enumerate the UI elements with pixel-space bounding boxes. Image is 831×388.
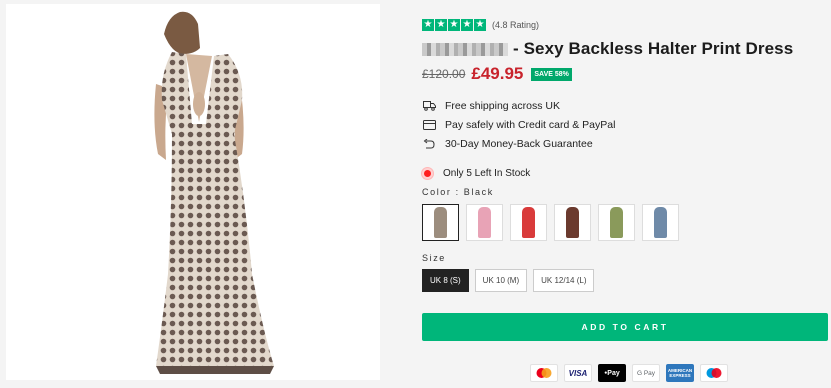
apple-pay-icon: ● Pay xyxy=(598,364,626,382)
star-icon: ★ xyxy=(461,19,473,31)
payment-label: G Pay xyxy=(636,369,656,377)
price-row: £120.00 £49.95 SAVE 58% xyxy=(422,64,828,84)
size-option-button[interactable]: UK 10 (M) xyxy=(474,269,528,292)
product-title: - Sexy Backless Halter Print Dress xyxy=(513,39,794,58)
mastercard-icon xyxy=(530,364,558,382)
title-row: - Sexy Backless Halter Print Dress xyxy=(422,38,828,60)
color-swatches xyxy=(422,204,828,241)
color-swatch[interactable] xyxy=(598,204,635,241)
payment-methods: VISA ● Pay G Pay AMERICAN EXPRESS xyxy=(530,364,728,382)
swatch-dress-thumbnail xyxy=(434,207,447,238)
stock-dot-icon xyxy=(422,167,433,179)
feature-list: Free shipping across UK Pay safely with … xyxy=(422,96,828,153)
payment-label: Pay xyxy=(607,369,620,377)
size-option-button[interactable]: UK 8 (S) xyxy=(422,269,469,292)
feature-text: Free shipping across UK xyxy=(445,99,560,112)
feature-guarantee: 30-Day Money-Back Guarantee xyxy=(422,134,828,153)
feature-shipping: Free shipping across UK xyxy=(422,96,828,115)
sale-price: £49.95 xyxy=(471,64,524,83)
feature-payment: Pay safely with Credit card & PayPal xyxy=(422,115,828,134)
color-label: Color : Black xyxy=(422,187,494,197)
stock-text: Only 5 Left In Stock xyxy=(443,167,531,179)
swatch-dress-thumbnail xyxy=(566,207,579,238)
size-options: UK 8 (S) UK 10 (M) UK 12/14 (L) xyxy=(422,269,828,292)
star-icon: ★ xyxy=(422,19,434,31)
star-rating: ★ ★ ★ ★ ★ xyxy=(422,19,486,31)
return-arrow-icon xyxy=(422,137,436,151)
size-label: Size xyxy=(422,253,446,263)
swatch-dress-thumbnail xyxy=(478,207,491,238)
payment-label: AMERICAN EXPRESS xyxy=(667,368,693,378)
feature-text: Pay safely with Credit card & PayPal xyxy=(445,118,616,131)
swatch-dress-thumbnail xyxy=(522,207,535,238)
swatch-dress-thumbnail xyxy=(654,207,667,238)
payment-label: VISA xyxy=(568,368,588,378)
star-icon: ★ xyxy=(435,19,447,31)
swatch-dress-thumbnail xyxy=(610,207,623,238)
amex-icon: AMERICAN EXPRESS xyxy=(666,364,694,382)
maestro-icon xyxy=(700,364,728,382)
dress-photo xyxy=(154,11,274,374)
save-badge: SAVE 58% xyxy=(531,67,572,81)
original-price: £120.00 xyxy=(422,67,466,81)
visa-icon: VISA xyxy=(564,364,592,382)
color-swatch[interactable] xyxy=(422,204,459,241)
feature-text: 30-Day Money-Back Guarantee xyxy=(445,137,593,150)
star-icon: ★ xyxy=(448,19,460,31)
product-image[interactable] xyxy=(6,4,380,380)
product-info: ★ ★ ★ ★ ★ (4.8 Rating) - Sexy Backless H… xyxy=(422,18,828,292)
blurred-brand xyxy=(422,42,508,56)
color-swatch[interactable] xyxy=(466,204,503,241)
google-pay-icon: G Pay xyxy=(632,364,660,382)
color-swatch[interactable] xyxy=(510,204,547,241)
stock-indicator: Only 5 Left In Stock xyxy=(422,166,828,180)
color-swatch[interactable] xyxy=(642,204,679,241)
credit-card-icon xyxy=(422,118,436,132)
star-icon: ★ xyxy=(474,19,486,31)
color-swatch[interactable] xyxy=(554,204,591,241)
rating-text[interactable]: (4.8 Rating) xyxy=(492,20,539,30)
add-to-cart-button[interactable]: ADD TO CART xyxy=(422,313,828,341)
size-option-button[interactable]: UK 12/14 (L) xyxy=(533,269,595,292)
rating-row: ★ ★ ★ ★ ★ (4.8 Rating) xyxy=(422,18,828,32)
truck-icon xyxy=(422,99,436,113)
